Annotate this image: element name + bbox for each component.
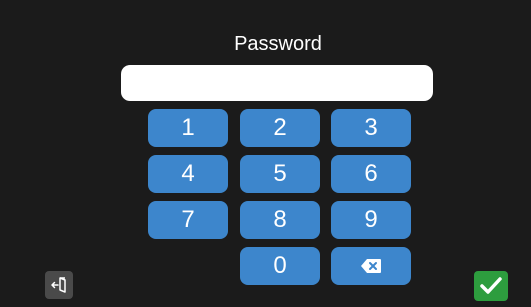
key-8[interactable]: 8 [240,201,320,239]
key-2[interactable]: 2 [240,109,320,147]
password-screen: Password 1 2 3 4 5 6 7 8 9 0 [0,0,531,307]
exit-door-icon [50,276,68,294]
key-9[interactable]: 9 [331,201,411,239]
key-3[interactable]: 3 [331,109,411,147]
checkmark-icon [480,277,502,295]
exit-button[interactable] [45,271,73,299]
page-title: Password [234,33,322,55]
key-7[interactable]: 7 [148,201,228,239]
backspace-button[interactable] [331,247,411,285]
confirm-button[interactable] [474,271,508,301]
key-0[interactable]: 0 [240,247,320,285]
key-5[interactable]: 5 [240,155,320,193]
key-6[interactable]: 6 [331,155,411,193]
password-input[interactable] [121,65,433,101]
key-4[interactable]: 4 [148,155,228,193]
backspace-icon [361,259,381,273]
key-1[interactable]: 1 [148,109,228,147]
